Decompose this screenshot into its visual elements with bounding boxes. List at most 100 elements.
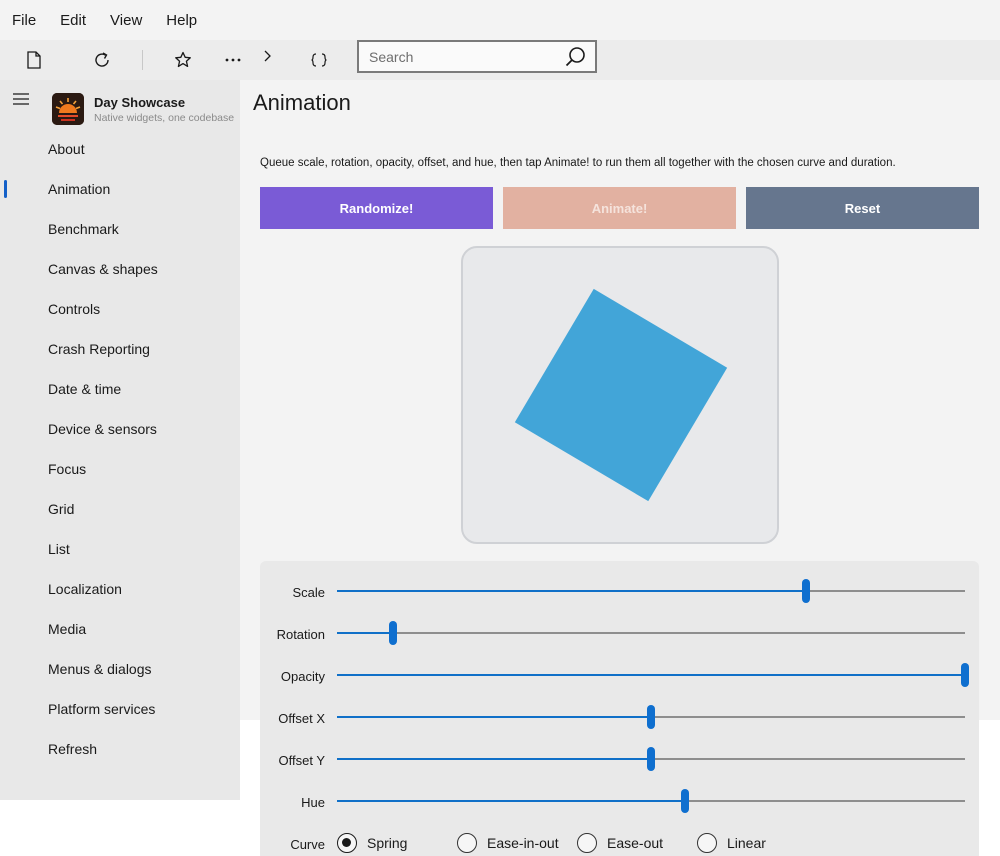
menu-help[interactable]: Help <box>166 12 197 29</box>
scale-slider-fill <box>337 590 807 592</box>
sidebar-item-crash-reporting[interactable]: Crash Reporting <box>0 331 240 367</box>
sidebar-item-label: Benchmark <box>48 221 119 237</box>
sidebar-item-media[interactable]: Media <box>0 611 240 647</box>
sidebar-item-list[interactable]: List <box>0 531 240 567</box>
sidebar-item-label: Date & time <box>48 381 122 397</box>
offset-y-slider-fill <box>337 758 651 760</box>
scale-slider-thumb[interactable] <box>802 579 811 603</box>
sidebar-item-refresh[interactable]: Refresh <box>0 731 240 767</box>
sidebar-item-label: List <box>48 541 70 557</box>
controls-panel: Scale Rotation Opacity Offset X Offset Y Hue … <box>260 561 979 856</box>
rotation-label: Rotation <box>276 627 325 642</box>
sidebar-item-menus-dialogs[interactable]: Menus & dialogs <box>0 651 240 687</box>
hamburger-menu-icon[interactable] <box>12 92 30 106</box>
sidebar-item-date-time[interactable]: Date & time <box>0 371 240 407</box>
hue-slider-thumb[interactable] <box>680 789 689 813</box>
opacity-label: Opacity <box>280 669 325 684</box>
star-icon[interactable] <box>171 48 195 72</box>
offset-x-slider-row: Offset X <box>260 699 979 739</box>
sidebar-item-localization[interactable]: Localization <box>0 571 240 607</box>
sidebar-item-grid[interactable]: Grid <box>0 491 240 527</box>
sidebar-item-controls[interactable]: Controls <box>0 291 240 327</box>
page-description: Queue scale, rotation, opacity, offset, … <box>260 157 896 169</box>
sidebar-item-label: Media <box>48 621 87 637</box>
sidebar-item-label: Menus & dialogs <box>48 661 152 677</box>
opacity-slider-fill <box>337 674 965 676</box>
sidebar-item-device-sensors[interactable]: Device & sensors <box>0 411 240 447</box>
more-icon[interactable] <box>221 48 245 72</box>
hue-label: Hue <box>301 795 325 810</box>
radio-button[interactable] <box>697 833 717 853</box>
offset-y-slider-thumb[interactable] <box>647 747 655 771</box>
sidebar-item-label: Refresh <box>48 741 98 757</box>
sidebar-item-about[interactable]: About <box>0 131 240 167</box>
toolbar-separator <box>142 50 143 70</box>
menu-view[interactable]: View <box>110 12 142 29</box>
curve-option-ease-in-out[interactable]: Ease-in-out <box>457 833 559 853</box>
search-input[interactable] <box>369 47 559 67</box>
sidebar-item-label: Controls <box>48 301 101 317</box>
rotation-slider-fill <box>337 632 393 634</box>
hue-slider-row: Hue <box>260 783 979 823</box>
rotation-slider[interactable] <box>337 621 965 645</box>
chevron-right-icon[interactable] <box>255 44 279 68</box>
curve-option-spring[interactable]: Spring <box>337 833 407 853</box>
curve-label: Curve <box>290 837 325 852</box>
sidebar-item-label: Canvas & shapes <box>48 261 158 277</box>
sidebar: Day Showcase Native widgets, one codebas… <box>0 80 240 800</box>
page-title: Animation <box>253 90 351 115</box>
radio-button[interactable] <box>577 833 597 853</box>
app-logo <box>52 93 84 125</box>
randomize-button[interactable]: Randomize! <box>260 187 493 229</box>
offset-x-label: Offset X <box>278 711 325 726</box>
hue-slider[interactable] <box>337 789 965 813</box>
menu-bar: File Edit View Help <box>0 0 1000 40</box>
offset-x-slider[interactable] <box>337 705 965 729</box>
curve-option-linear[interactable]: Linear <box>697 833 766 853</box>
menu-edit[interactable]: Edit <box>60 12 86 29</box>
selection-indicator <box>4 180 7 198</box>
search-icon[interactable] <box>565 46 587 68</box>
sidebar-item-label: Crash Reporting <box>48 341 150 357</box>
search-box[interactable] <box>357 40 597 73</box>
radio-label: Spring <box>367 835 408 851</box>
app-title: Day Showcase <box>94 95 186 110</box>
toolbar <box>0 40 1000 80</box>
radio-button[interactable] <box>457 833 477 853</box>
sidebar-item-animation[interactable]: Animation <box>0 171 240 207</box>
animate-button[interactable]: Animate! <box>503 187 736 229</box>
sidebar-item-label: Animation <box>48 181 111 197</box>
sidebar-item-platform-services[interactable]: Platform services <box>0 691 240 727</box>
scale-slider[interactable] <box>337 579 965 603</box>
offset-x-slider-thumb[interactable] <box>647 705 655 729</box>
curve-option-ease-out[interactable]: Ease-out <box>577 833 663 853</box>
radio-label: Ease-in-out <box>487 835 559 851</box>
sidebar-item-benchmark[interactable]: Benchmark <box>0 211 240 247</box>
sidebar-item-label: Grid <box>48 501 75 517</box>
sidebar-item-focus[interactable]: Focus <box>0 451 240 487</box>
sidebar-item-label: Localization <box>48 581 122 597</box>
offset-y-slider[interactable] <box>337 747 965 771</box>
rotation-slider-row: Rotation <box>260 615 979 655</box>
sidebar-item-canvas-shapes[interactable]: Canvas & shapes <box>0 251 240 287</box>
offset-y-slider-row: Offset Y <box>260 741 979 781</box>
opacity-slider[interactable] <box>337 663 969 687</box>
new-document-icon[interactable] <box>22 48 46 72</box>
radio-label: Linear <box>727 835 766 851</box>
sidebar-item-label: About <box>48 141 85 157</box>
refresh-icon[interactable] <box>90 48 114 72</box>
sidebar-item-label: Focus <box>48 461 87 477</box>
opacity-slider-row: Opacity <box>260 657 979 697</box>
opacity-slider-thumb[interactable] <box>961 663 969 687</box>
reset-button[interactable]: Reset <box>746 187 979 229</box>
hue-slider-fill <box>337 800 685 802</box>
preview-canvas <box>514 288 728 502</box>
braces-icon[interactable] <box>307 48 331 72</box>
radio-label: Ease-out <box>607 835 664 851</box>
radio-button[interactable] <box>337 833 357 853</box>
offset-x-slider-fill <box>337 716 651 718</box>
offset-y-label: Offset Y <box>278 753 326 768</box>
curve-radio-group: Curve Spring Ease-in-out Ease-out Linear <box>260 831 979 855</box>
rotation-slider-thumb[interactable] <box>388 621 397 645</box>
menu-file[interactable]: File <box>12 12 36 29</box>
